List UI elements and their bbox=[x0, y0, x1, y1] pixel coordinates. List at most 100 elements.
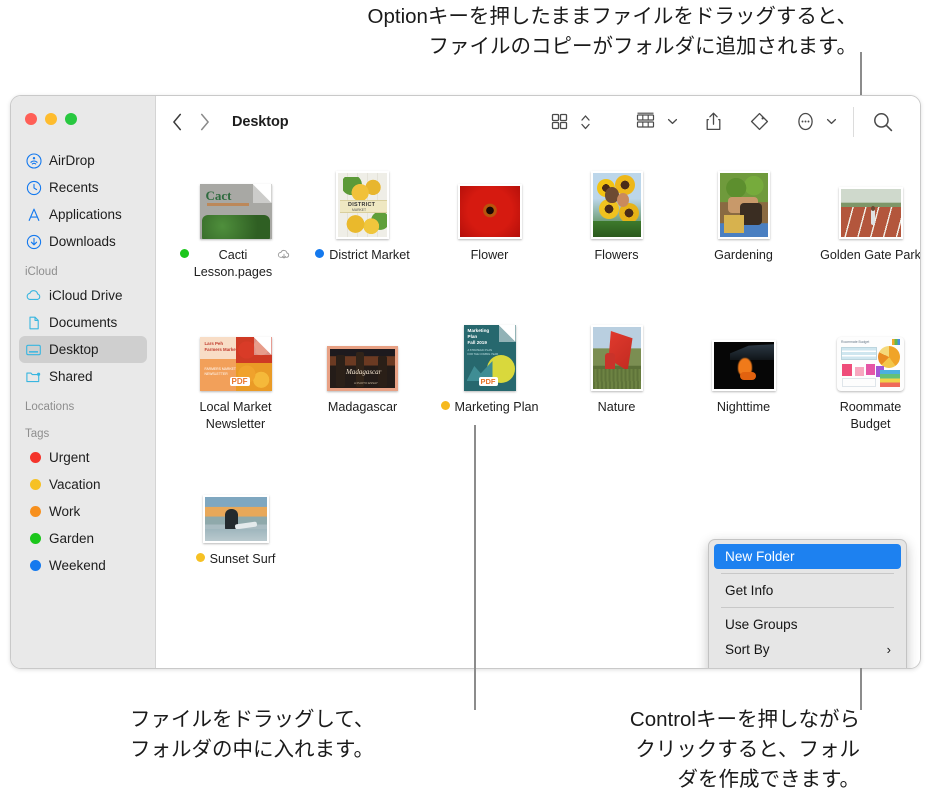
airdrop-icon bbox=[25, 152, 42, 169]
back-button[interactable] bbox=[172, 113, 183, 131]
file-thumbnail: Marketing Plan Fall 2019 A STRATEGIC PLAN F… bbox=[463, 317, 516, 391]
tag-dot-icon bbox=[195, 553, 205, 562]
callout-option-drag: Optionキーを押したままファイルをドラッグすると、 ファイルのコピーがフォル… bbox=[367, 5, 857, 58]
sidebar-item-label: Garden bbox=[49, 531, 95, 546]
file-label: Local Market Newsletter bbox=[199, 400, 272, 431]
context-menu-item-sort-by[interactable]: Sort By › bbox=[714, 637, 901, 662]
context-menu: New Folder Get Info Use Groups Sort By › bbox=[708, 539, 907, 668]
minimize-button[interactable] bbox=[45, 113, 57, 125]
context-menu-item-use-groups[interactable]: Use Groups bbox=[714, 612, 901, 637]
file-label: Golden Gate Park bbox=[820, 248, 920, 262]
tag-dot-icon bbox=[25, 557, 42, 574]
sidebar-tag-garden[interactable]: Garden bbox=[19, 525, 147, 552]
file-item-nature[interactable]: Nature bbox=[553, 317, 680, 433]
chevron-down-icon[interactable] bbox=[822, 113, 841, 130]
file-thumbnail bbox=[711, 317, 776, 391]
tags-icon[interactable] bbox=[745, 108, 774, 135]
file-thumbnail bbox=[717, 165, 770, 239]
file-item-local-market-newsletter[interactable]: Lars Peh Farmers Market FARMERS MARKET NEW… bbox=[172, 317, 299, 433]
file-label: Roommate Budget bbox=[839, 400, 902, 431]
sidebar-tag-weekend[interactable]: Weekend bbox=[19, 552, 147, 579]
sidebar-item-documents[interactable]: Documents bbox=[19, 309, 147, 336]
window-traffic-lights bbox=[11, 96, 155, 147]
file-item-madagascar[interactable]: Madagascar A PHOTO ESSAY Madagascar bbox=[299, 317, 426, 433]
group-by-icon[interactable] bbox=[631, 109, 660, 134]
page-title: Desktop bbox=[232, 113, 289, 130]
group-by-controls bbox=[631, 109, 682, 134]
file-label: Flowers bbox=[594, 248, 639, 262]
sidebar-item-label: Work bbox=[49, 504, 81, 519]
sidebar-item-label: Documents bbox=[49, 315, 118, 330]
zoom-button[interactable] bbox=[65, 113, 77, 125]
chevron-down-icon[interactable] bbox=[663, 113, 682, 130]
applications-icon bbox=[25, 206, 42, 223]
close-button[interactable] bbox=[25, 113, 37, 125]
sidebar-item-applications[interactable]: Applications bbox=[19, 201, 147, 228]
tag-dot-icon bbox=[25, 503, 42, 520]
finder-main-pane: Desktop Cact Cacti Lesson.pages DISTRICT… bbox=[156, 96, 920, 668]
finder-toolbar: Desktop bbox=[156, 96, 920, 147]
file-thumbnail bbox=[590, 165, 643, 239]
sidebar-tag-urgent[interactable]: Urgent bbox=[19, 444, 147, 471]
shared-folder-icon bbox=[25, 368, 42, 385]
file-item-district-market[interactable]: DISTRICT MARKET District Market bbox=[299, 165, 426, 281]
sidebar-item-label: Shared bbox=[49, 369, 93, 384]
sidebar-favorites-list: AirDrop Recents Applications Downloads bbox=[11, 147, 155, 255]
file-item-flowers[interactable]: Flowers bbox=[553, 165, 680, 281]
file-item-marketing-plan[interactable]: Marketing Plan Fall 2019 A STRATEGIC PLAN F… bbox=[426, 317, 553, 433]
file-thumbnail: Cact bbox=[199, 165, 272, 239]
view-icon-grid[interactable] bbox=[546, 109, 573, 134]
file-label: Sunset Surf bbox=[195, 551, 275, 568]
sidebar-tag-vacation[interactable]: Vacation bbox=[19, 471, 147, 498]
sidebar-item-airdrop[interactable]: AirDrop bbox=[19, 147, 147, 174]
search-icon[interactable] bbox=[868, 108, 898, 136]
chevron-right-icon: › bbox=[886, 642, 891, 657]
file-item-flower[interactable]: Flower bbox=[426, 165, 553, 281]
sidebar-item-recents[interactable]: Recents bbox=[19, 174, 147, 201]
tag-dot-icon bbox=[25, 476, 42, 493]
file-item-nighttime[interactable]: Nighttime bbox=[680, 317, 807, 433]
file-thumbnail bbox=[838, 165, 903, 239]
view-controls bbox=[546, 109, 595, 135]
file-label: Cacti Lesson.pages bbox=[179, 247, 291, 281]
sidebar-icloud-list: iCloud Drive Documents Desktop Shared bbox=[11, 282, 155, 390]
cloud-icon bbox=[25, 287, 42, 304]
file-label: Nature bbox=[597, 400, 636, 414]
file-thumbnail bbox=[457, 165, 522, 239]
file-label: Marketing Plan bbox=[440, 399, 539, 416]
sidebar-item-label: Applications bbox=[49, 207, 122, 222]
context-menu-item-label: Use Groups bbox=[725, 617, 798, 632]
clock-icon bbox=[25, 179, 42, 196]
file-item-cacti-lesson[interactable]: Cact Cacti Lesson.pages bbox=[172, 165, 299, 281]
context-menu-item-get-info[interactable]: Get Info bbox=[714, 578, 901, 603]
file-row: Cact Cacti Lesson.pages DISTRICT MARKET … bbox=[156, 165, 920, 293]
context-menu-item-label: Sort By bbox=[725, 642, 770, 657]
sidebar-tags-list: Urgent Vacation Work Garden Weekend bbox=[11, 444, 155, 579]
file-thumbnail bbox=[590, 317, 643, 391]
file-thumbnail: Lars Peh Farmers Market FARMERS MARKET NEW… bbox=[199, 317, 272, 391]
sidebar-item-desktop[interactable]: Desktop bbox=[19, 336, 147, 363]
tag-dot-icon bbox=[179, 249, 189, 258]
file-label: Nighttime bbox=[716, 400, 771, 414]
file-thumbnail: Madagascar A PHOTO ESSAY bbox=[327, 317, 398, 391]
file-item-sunset-surf[interactable]: Sunset Surf bbox=[172, 469, 299, 568]
icloud-download-icon[interactable] bbox=[277, 248, 291, 259]
file-item-gardening[interactable]: Gardening bbox=[680, 165, 807, 281]
file-item-roommate-budget[interactable]: Roommate Budget Roommate Budget bbox=[807, 317, 920, 433]
more-actions-icon[interactable] bbox=[792, 108, 819, 135]
sidebar-tag-work[interactable]: Work bbox=[19, 498, 147, 525]
sidebar-item-shared[interactable]: Shared bbox=[19, 363, 147, 390]
view-options-stepper[interactable] bbox=[576, 109, 595, 135]
context-menu-item-new-folder[interactable]: New Folder bbox=[714, 544, 901, 569]
sidebar-item-label: Recents bbox=[49, 180, 99, 195]
share-icon[interactable] bbox=[700, 108, 727, 135]
file-label: Flower bbox=[470, 248, 509, 262]
sidebar-item-icloud-drive[interactable]: iCloud Drive bbox=[19, 282, 147, 309]
context-menu-item-show-view-options[interactable]: Show View Options bbox=[714, 662, 901, 668]
sidebar-section-tags: Tags bbox=[25, 428, 50, 440]
forward-button[interactable] bbox=[199, 113, 210, 131]
file-thumbnail: DISTRICT MARKET bbox=[336, 165, 389, 239]
file-item-golden-gate-park[interactable]: Golden Gate Park bbox=[807, 165, 920, 281]
sidebar-item-downloads[interactable]: Downloads bbox=[19, 228, 147, 255]
sidebar-item-label: iCloud Drive bbox=[49, 288, 123, 303]
